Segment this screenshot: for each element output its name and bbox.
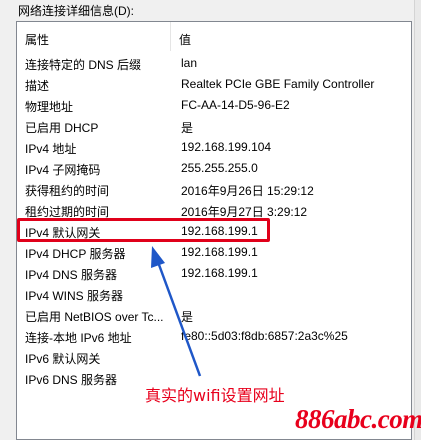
details-caption: 网络连接详细信息(D): <box>18 4 134 18</box>
row-property: 连接-本地 IPv6 地址 <box>25 331 132 345</box>
column-header-value[interactable]: 值 <box>171 22 411 51</box>
row-property: 连接特定的 DNS 后缀 <box>25 58 142 72</box>
row-property: 已启用 NetBIOS over Tc... <box>25 310 164 324</box>
table-row[interactable]: 描述 Realtek PCIe GBE Family Controller <box>17 74 411 95</box>
row-value: 192.168.199.1 <box>181 266 258 280</box>
table-row[interactable]: 已启用 DHCP 是 <box>17 116 411 137</box>
row-property: IPv6 默认网关 <box>25 352 101 366</box>
row-property: 物理地址 <box>25 100 74 114</box>
table-row[interactable]: 已启用 NetBIOS over Tc... 是 <box>17 305 411 326</box>
row-value: fe80::5d03:f8db:6857:2a3c%25 <box>181 329 348 343</box>
list-header: 属性 值 <box>17 22 411 51</box>
annotation-label: 真实的wifi设置网址 <box>145 386 285 405</box>
row-value: 2016年9月26日 15:29:12 <box>181 184 314 198</box>
table-row[interactable]: IPv4 地址 192.168.199.104 <box>17 137 411 158</box>
table-row[interactable]: IPv4 DHCP 服务器 192.168.199.1 <box>17 242 411 263</box>
table-row[interactable]: 连接-本地 IPv6 地址 fe80::5d03:f8db:6857:2a3c%2… <box>17 326 411 347</box>
row-property: 描述 <box>25 79 50 93</box>
row-property: IPv4 DNS 服务器 <box>25 268 118 282</box>
table-row[interactable]: IPv4 DNS 服务器 192.168.199.1 <box>17 263 411 284</box>
row-property: IPv4 子网掩码 <box>25 163 101 177</box>
row-value: 是 <box>181 310 194 324</box>
column-header-property-label: 属性 <box>25 33 50 47</box>
table-row[interactable]: 获得租约的时间 2016年9月26日 15:29:12 <box>17 179 411 200</box>
table-row[interactable]: IPv4 子网掩码 255.255.255.0 <box>17 158 411 179</box>
row-property: IPv4 地址 <box>25 142 77 156</box>
table-row[interactable]: 连接特定的 DNS 后缀 lan <box>17 53 411 74</box>
column-header-value-label: 值 <box>179 33 192 47</box>
row-value: FC-AA-14-D5-96-E2 <box>181 98 290 112</box>
table-row[interactable]: 物理地址 FC-AA-14-D5-96-E2 <box>17 95 411 116</box>
row-property: IPv4 WINS 服务器 <box>25 289 124 303</box>
gateway-highlight-box <box>17 218 270 242</box>
table-row[interactable]: IPv6 默认网关 <box>17 347 411 368</box>
row-value: lan <box>181 56 198 70</box>
row-value: 192.168.199.104 <box>181 140 272 154</box>
row-value: 是 <box>181 121 194 135</box>
row-value: Realtek PCIe GBE Family Controller <box>181 77 375 91</box>
table-row[interactable]: IPv4 WINS 服务器 <box>17 284 411 305</box>
column-header-property[interactable]: 属性 <box>17 22 171 51</box>
row-value: 192.168.199.1 <box>181 245 258 259</box>
row-property: IPv6 DNS 服务器 <box>25 373 118 387</box>
window-edge <box>414 0 421 440</box>
site-watermark: 886abc.com <box>295 404 421 434</box>
row-property: 获得租约的时间 <box>25 184 110 198</box>
row-property: IPv4 DHCP 服务器 <box>25 247 126 261</box>
row-property: 已启用 DHCP <box>25 121 99 135</box>
row-value: 255.255.255.0 <box>181 161 258 175</box>
